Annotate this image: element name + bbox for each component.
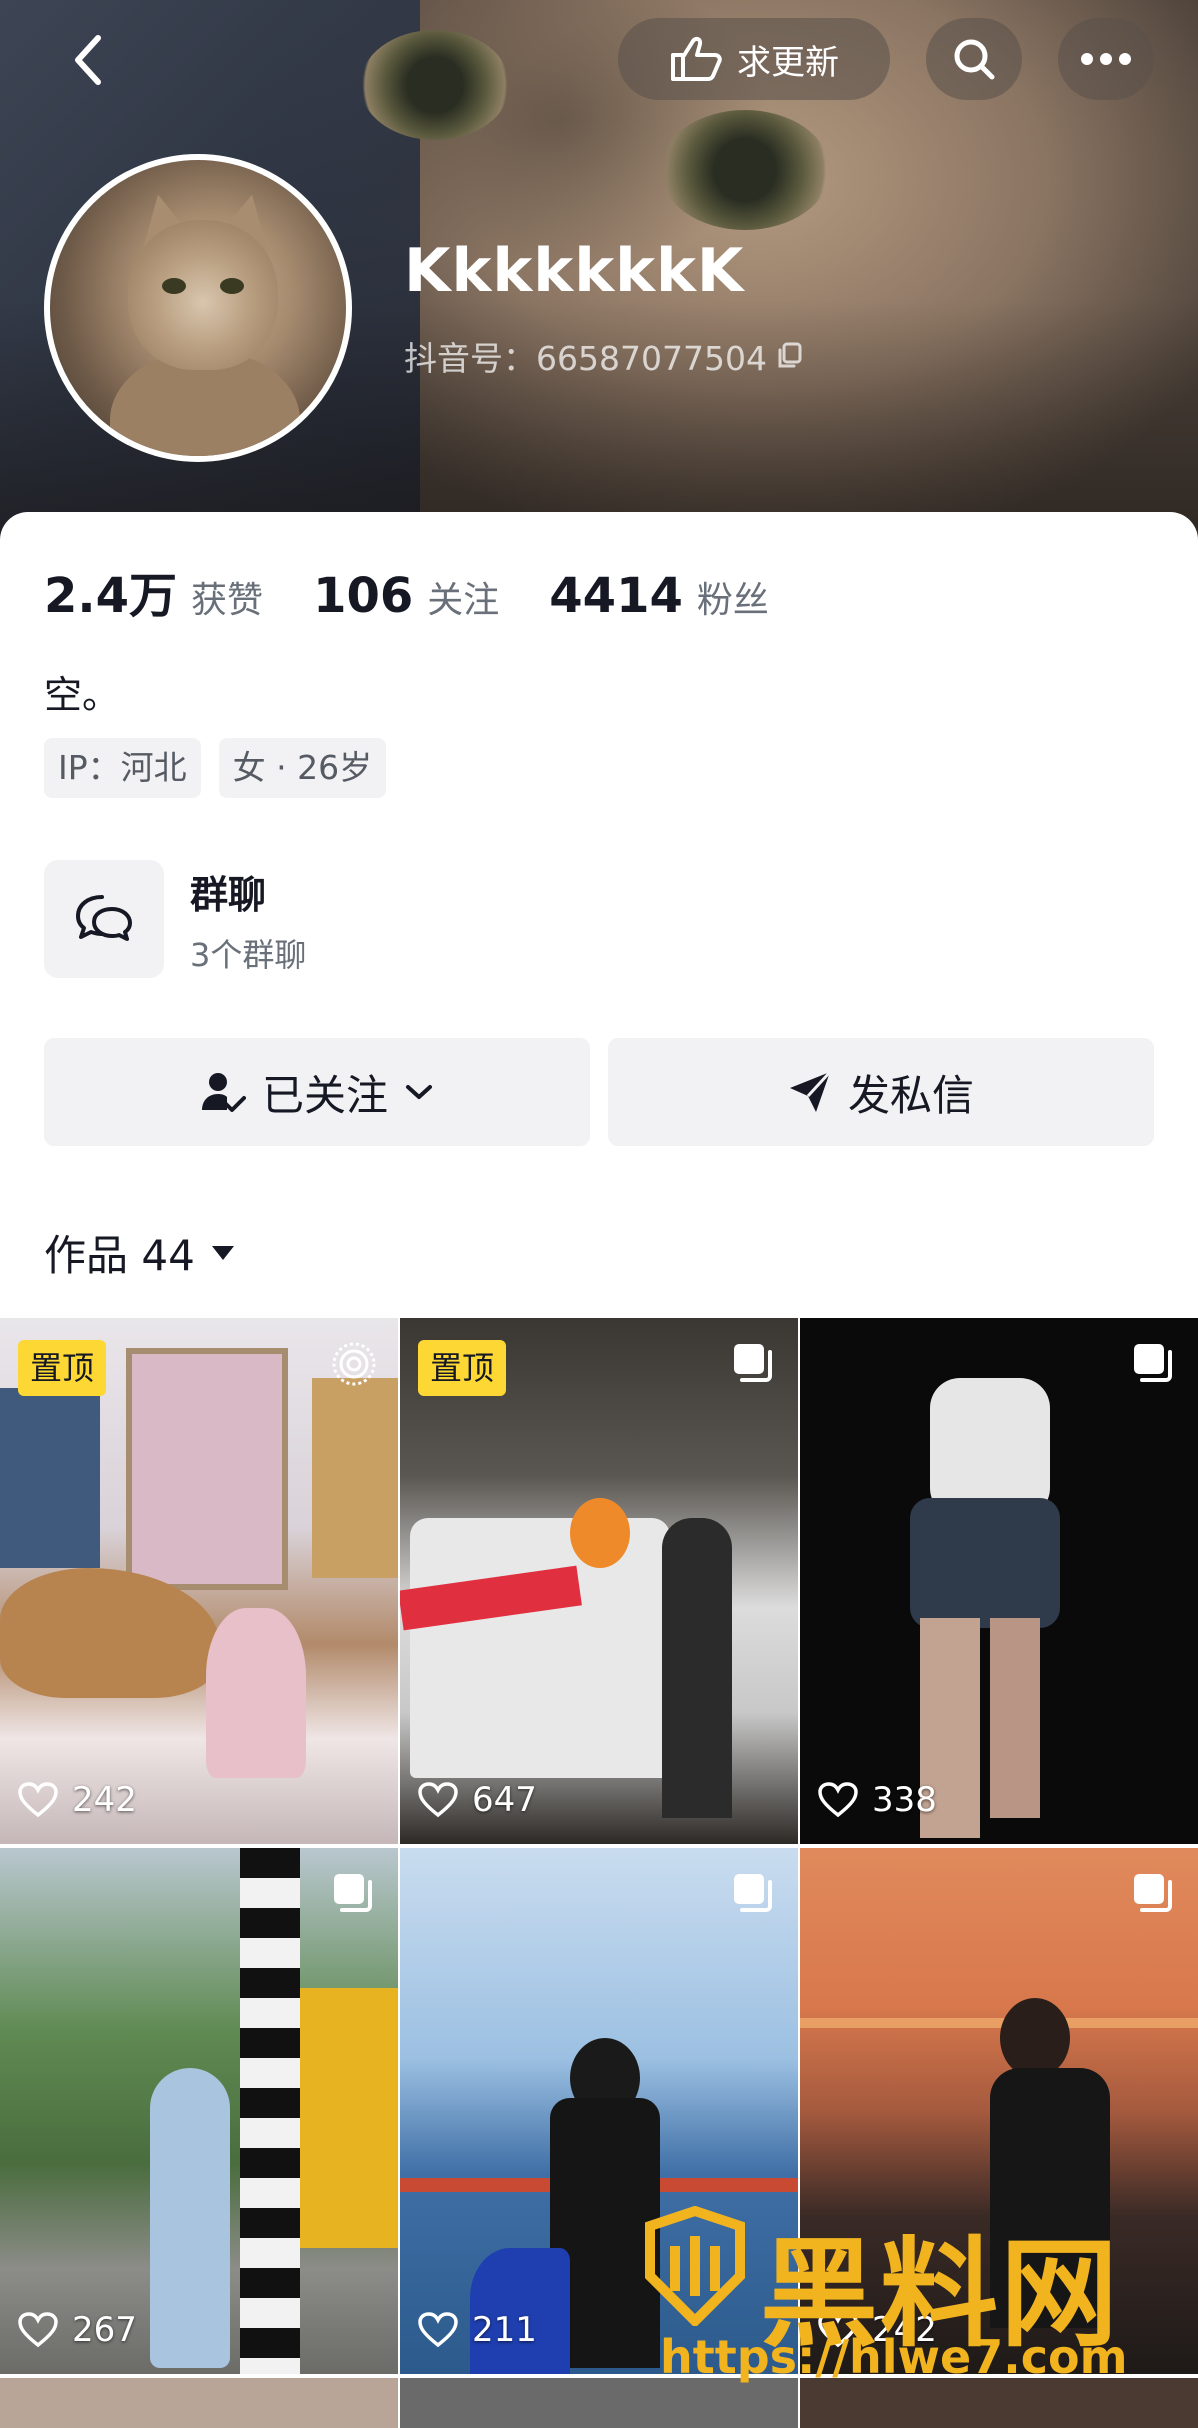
video-likes: 211 [418,2310,537,2350]
following-label[interactable]: 关注 [427,571,499,623]
watermark-url: https://hlwe7.com [660,2330,1128,2384]
pinned-badge: 置顶 [18,1340,107,1396]
likes-count: 2.4万 [44,568,178,624]
multi-image-icon [734,1874,772,1912]
bio: 空。 [44,673,121,717]
group-chat-entry[interactable] [44,860,164,978]
live-icon [332,1342,376,1386]
avatar[interactable] [44,154,352,462]
followers-count[interactable]: 4414 [549,568,683,624]
followers-label[interactable]: 粉丝 [697,571,769,623]
video-likes: 267 [18,2310,137,2350]
multi-image-icon [1134,1874,1172,1912]
douyin-id[interactable]: 抖音号：66587077504 [404,332,805,380]
video-thumbnail[interactable]: 267 [0,1848,398,2374]
heart-icon [818,1782,858,1818]
profile-stats: 2.4万 获赞 106 关注 4414 粉丝 [44,556,819,626]
copy-icon [778,342,802,368]
watermark: 黑料网 https://hlwe7.com [640,2206,1160,2386]
back-button[interactable] [62,30,122,90]
works-tab[interactable]: 作品 44 [44,1222,237,1283]
watermark-logo-icon [645,2206,745,2326]
paper-plane-icon [789,1070,832,1112]
video-thumbnail[interactable]: 置顶 242 [0,1318,398,1844]
pinned-badge: 置顶 [418,1340,507,1396]
ip-location-tag: IP：河北 [44,738,201,798]
douyin-id-text: 抖音号：66587077504 [404,339,767,378]
user-check-icon [201,1073,246,1112]
followed-label: 已关注 [261,1070,388,1120]
video-thumbnail[interactable] [0,2378,398,2428]
group-chat-title[interactable]: 群聊 [190,864,266,919]
username: KkkkkkkK [404,236,745,306]
profile-tags: IP：河北 女 · 26岁 [44,738,387,798]
banner-cat-eye [660,110,830,230]
multi-image-icon [334,1874,372,1912]
group-chat-count: 3个群聊 [190,936,307,974]
pointing-hand-icon [671,36,722,81]
more-dots-icon [1081,53,1131,65]
heart-icon [418,2312,458,2348]
send-message-button[interactable]: 发私信 [608,1038,1154,1146]
video-like-count: 647 [472,1780,537,1820]
video-like-count: 267 [72,2310,137,2350]
more-button[interactable] [1058,18,1154,100]
video-likes: 338 [818,1780,937,1820]
video-like-count: 211 [472,2310,537,2350]
group-chat-icon [76,895,132,941]
heart-icon [18,2312,58,2348]
multi-image-icon [734,1344,772,1382]
request-update-button[interactable]: 求更新 [618,18,890,100]
multi-image-icon [1134,1344,1172,1382]
video-thumbnail[interactable]: 338 [800,1318,1198,1844]
request-update-label: 求更新 [737,42,839,83]
heart-icon [418,1782,458,1818]
video-likes: 647 [418,1780,537,1820]
chevron-left-icon [75,35,101,85]
likes-label: 获赞 [191,580,264,621]
search-button[interactable] [926,18,1022,100]
video-like-count: 338 [872,1780,937,1820]
gender-age-tag: 女 · 26岁 [218,738,387,798]
following-count[interactable]: 106 [313,568,413,624]
video-likes: 242 [18,1780,137,1820]
video-thumbnail[interactable]: 置顶 647 [400,1318,798,1844]
works-tab-label: 作品 44 [44,1231,195,1280]
send-message-label: 发私信 [847,1070,974,1120]
video-like-count: 242 [72,1780,137,1820]
heart-icon [18,1782,58,1818]
chevron-down-icon [406,1085,432,1099]
followed-button[interactable]: 已关注 [44,1038,590,1146]
caret-down-icon [211,1245,234,1260]
search-icon [954,39,995,80]
banner-cat-eye [360,30,510,140]
